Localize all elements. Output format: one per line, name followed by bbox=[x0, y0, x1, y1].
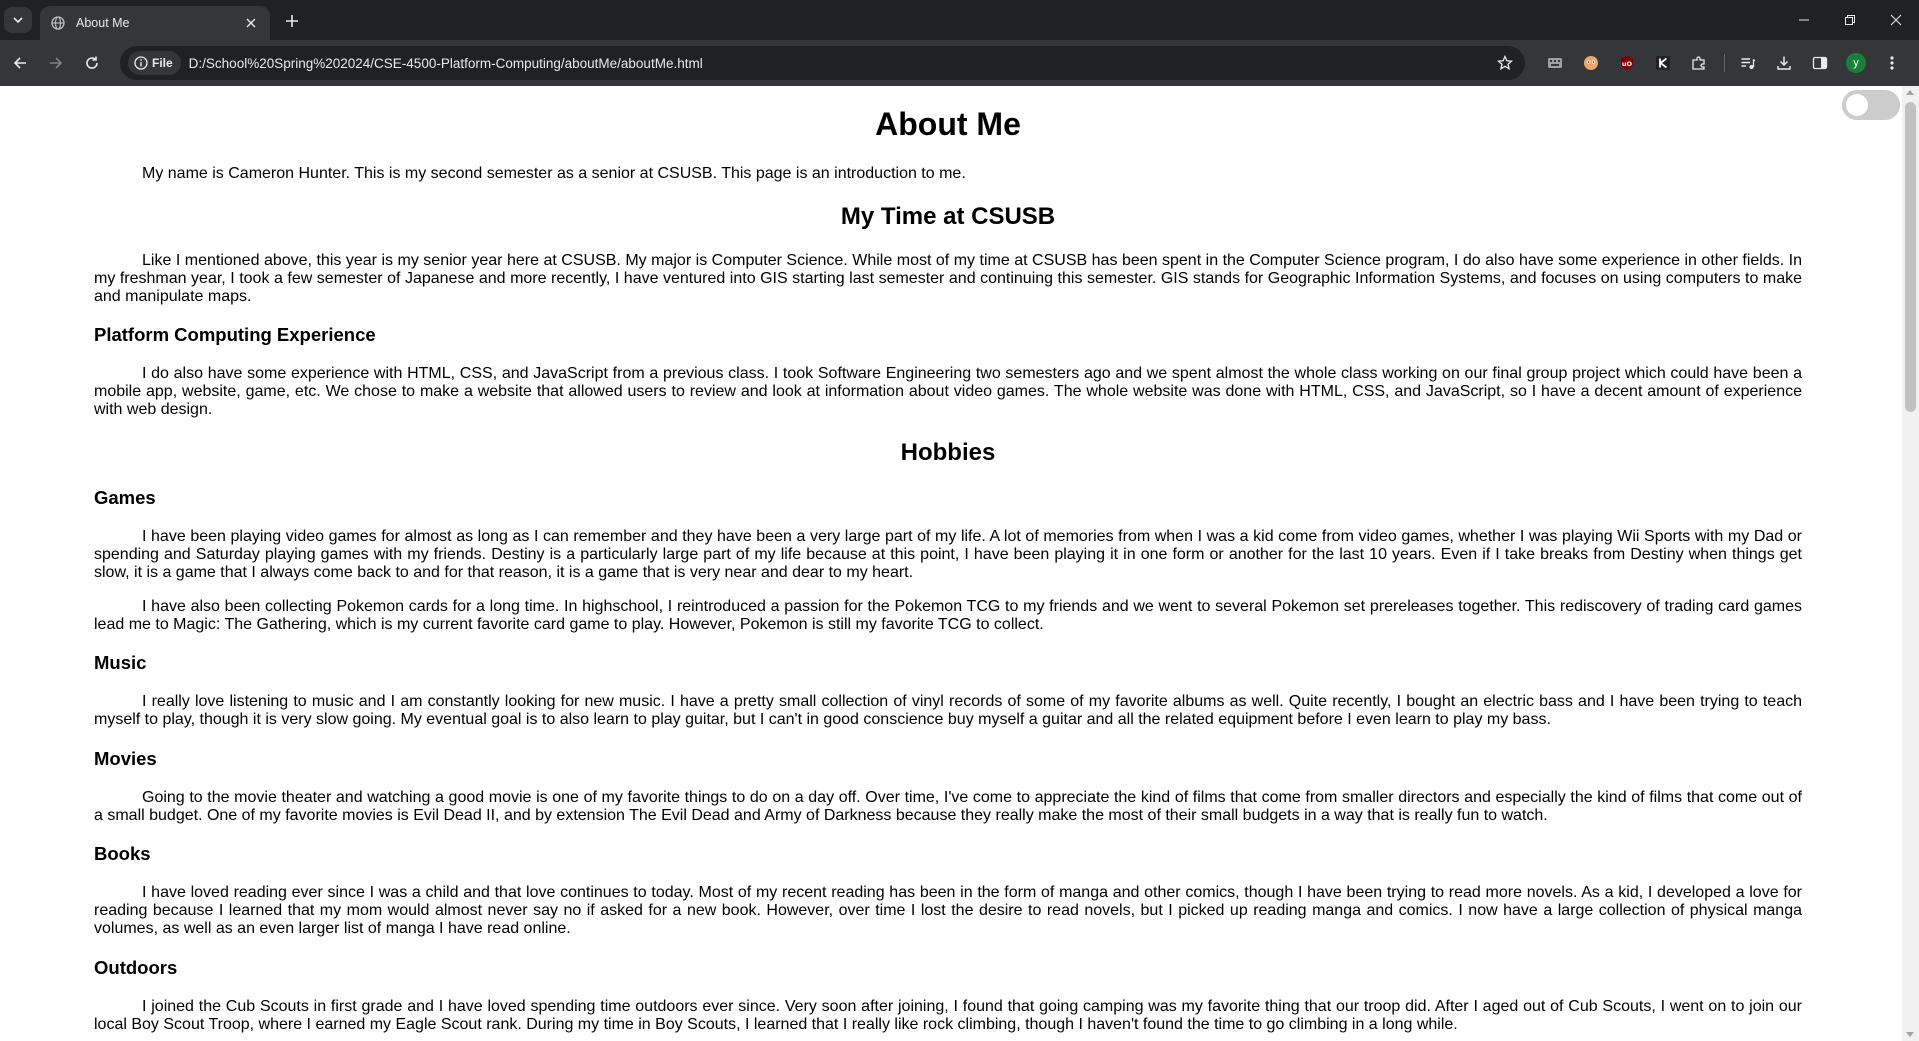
tab-search-button[interactable] bbox=[4, 7, 32, 33]
outdoors-heading: Outdoors bbox=[94, 957, 178, 978]
ublock-shield-icon: uO bbox=[1621, 56, 1633, 70]
browser-toolbar: File D:/School%20Spring%202024/CSE-4500-… bbox=[0, 40, 1919, 86]
file-scheme-label: File bbox=[152, 56, 173, 70]
restore-button[interactable] bbox=[1827, 0, 1873, 40]
music-heading: Music bbox=[94, 652, 147, 673]
sidepanel-icon bbox=[1812, 56, 1828, 70]
back-button[interactable] bbox=[4, 47, 36, 79]
tab-title: About Me bbox=[76, 16, 130, 30]
extensions-area: uO y bbox=[1540, 48, 1913, 78]
theme-toggle-switch[interactable] bbox=[1842, 90, 1900, 120]
time-paragraph: Like I mentioned above, this year is my … bbox=[94, 252, 1802, 305]
back-icon bbox=[13, 57, 26, 69]
playlist-music-icon bbox=[1741, 58, 1756, 69]
profile-button[interactable]: y bbox=[1841, 48, 1871, 78]
minimize-button[interactable] bbox=[1781, 0, 1827, 40]
window-controls bbox=[1781, 0, 1919, 40]
media-controls-button[interactable] bbox=[1733, 48, 1763, 78]
extension-button-2[interactable] bbox=[1576, 48, 1606, 78]
toolbar-separator bbox=[1724, 54, 1725, 72]
close-window-button[interactable] bbox=[1873, 0, 1919, 40]
site-info-chip[interactable]: File bbox=[128, 51, 181, 75]
page-viewport: About Me My name is Cameron Hunter. This… bbox=[0, 86, 1919, 1041]
page-title: About Me bbox=[875, 106, 1021, 142]
scroll-up-arrow-icon[interactable] bbox=[1906, 90, 1914, 95]
scroll-down-arrow-icon[interactable] bbox=[1906, 1032, 1914, 1037]
music-paragraph: I really love listening to music and I a… bbox=[94, 693, 1802, 728]
reload-button[interactable] bbox=[76, 47, 108, 79]
svg-text:uO: uO bbox=[1622, 60, 1633, 68]
avatar: y bbox=[1846, 53, 1866, 73]
tab-about-me[interactable]: About Me bbox=[40, 6, 270, 40]
tab-strip: About Me bbox=[0, 0, 1919, 40]
url-text[interactable]: D:/School%20Spring%202024/CSE-4500-Platf… bbox=[189, 56, 703, 71]
extensions-menu-button[interactable] bbox=[1684, 48, 1714, 78]
outdoors-paragraph: I joined the Cub Scouts in first grade a… bbox=[94, 998, 1802, 1033]
extension-face-icon bbox=[1584, 56, 1598, 70]
books-heading: Books bbox=[94, 843, 151, 864]
chevron-down-icon bbox=[13, 17, 23, 24]
download-icon bbox=[1777, 56, 1791, 70]
movies-heading: Movies bbox=[94, 748, 157, 769]
extension-k-button[interactable] bbox=[1648, 48, 1678, 78]
new-tab-button[interactable] bbox=[280, 9, 304, 33]
hobbies-heading: Hobbies bbox=[900, 439, 996, 466]
downloads-button[interactable] bbox=[1769, 48, 1799, 78]
forward-icon bbox=[50, 57, 63, 69]
extension-button-1[interactable] bbox=[1540, 48, 1570, 78]
forward-button[interactable] bbox=[40, 47, 72, 79]
games-heading: Games bbox=[94, 487, 156, 508]
vertical-scrollbar[interactable] bbox=[1902, 86, 1919, 1041]
extension-k-icon bbox=[1656, 56, 1670, 70]
close-icon bbox=[1890, 14, 1902, 26]
globe-icon bbox=[50, 15, 66, 31]
movies-paragraph: Going to the movie theater and watching … bbox=[94, 789, 1802, 824]
time-heading: My Time at CSUSB bbox=[840, 203, 1056, 230]
bookmark-star-button[interactable] bbox=[1495, 53, 1515, 73]
ublock-extension-button[interactable]: uO bbox=[1612, 48, 1642, 78]
minimize-icon bbox=[1799, 19, 1809, 21]
extension-keyboard-icon bbox=[1548, 58, 1562, 68]
games-paragraph-1: I have been playing video games for almo… bbox=[94, 528, 1802, 581]
toggle-knob bbox=[1846, 94, 1868, 116]
platform-heading: Platform Computing Experience bbox=[94, 324, 376, 345]
reload-icon bbox=[86, 56, 98, 69]
side-panel-button[interactable] bbox=[1805, 48, 1835, 78]
star-icon bbox=[1497, 55, 1513, 71]
intro-paragraph: My name is Cameron Hunter. This is my se… bbox=[142, 165, 966, 182]
restore-icon bbox=[1845, 15, 1855, 25]
chrome-menu-button[interactable] bbox=[1877, 48, 1907, 78]
puzzle-piece-icon bbox=[1692, 56, 1705, 70]
games-paragraph-2: I have also been collecting Pokemon card… bbox=[94, 598, 1802, 633]
books-paragraph: I have loved reading ever since I was a … bbox=[94, 884, 1802, 937]
address-bar[interactable]: File D:/School%20Spring%202024/CSE-4500-… bbox=[120, 46, 1525, 80]
plus-icon bbox=[286, 15, 298, 27]
close-icon[interactable] bbox=[242, 14, 260, 32]
platform-paragraph: I do also have some experience with HTML… bbox=[94, 365, 1802, 418]
info-icon bbox=[134, 56, 148, 70]
menu-icon bbox=[1890, 56, 1894, 70]
scrollbar-thumb[interactable] bbox=[1905, 102, 1916, 412]
